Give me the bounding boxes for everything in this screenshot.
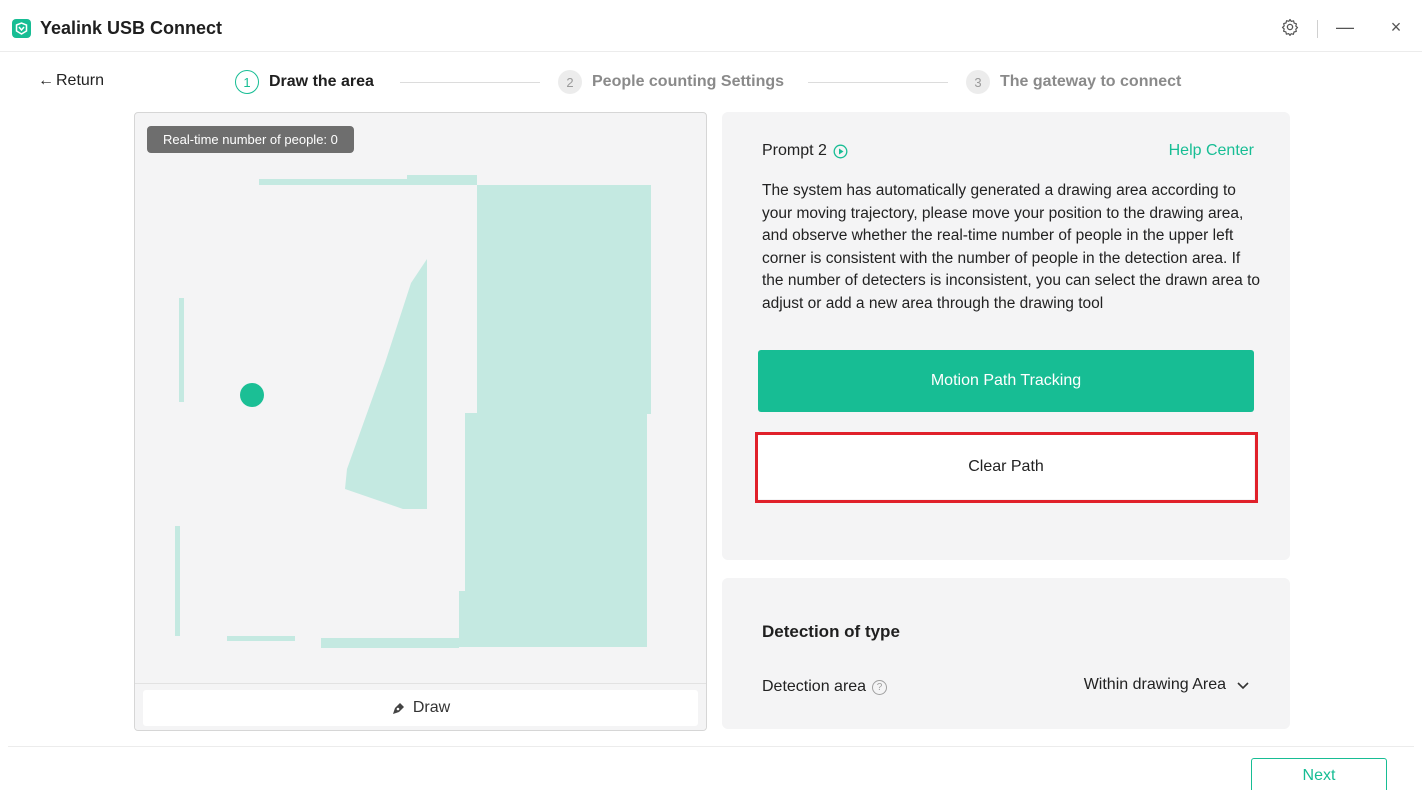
prompt-text: The system has automatically generated a… xyxy=(762,182,1260,312)
detection-area-label-row: Detection area ? xyxy=(762,678,888,696)
step-label: People counting Settings xyxy=(592,73,785,90)
step-label: The gateway to connect xyxy=(1000,73,1182,90)
gear-icon[interactable] xyxy=(1279,16,1301,38)
detection-area-select[interactable]: Within drawing Area xyxy=(1084,676,1250,694)
detection-card: Detection of type Detection area ? Withi… xyxy=(722,578,1290,729)
next-button[interactable]: Next xyxy=(1251,758,1387,790)
close-icon[interactable]: × xyxy=(1385,16,1407,38)
step-connector xyxy=(400,82,540,83)
arrow-left-icon: ← xyxy=(38,72,54,89)
step-draw-area: 1 Draw the area xyxy=(235,70,374,94)
draw-label: Draw xyxy=(412,699,451,716)
yealink-logo-icon xyxy=(12,19,31,38)
prompt-title: Prompt 2 xyxy=(762,142,827,159)
motion-path-tracking-button[interactable]: Motion Path Tracking xyxy=(758,350,1254,412)
chevron-down-icon xyxy=(1237,682,1249,690)
drawing-canvas[interactable]: Real-time number of people: 0 Draw xyxy=(134,112,707,731)
step-number: 1 xyxy=(235,70,259,94)
step-label: Draw the area xyxy=(269,73,374,90)
detection-area-value: Within drawing Area xyxy=(1083,676,1226,693)
draw-button[interactable]: Draw xyxy=(143,690,698,726)
question-icon[interactable]: ? xyxy=(872,679,888,695)
step-connector xyxy=(808,82,948,83)
play-circle-icon[interactable] xyxy=(833,144,848,159)
return-button[interactable]: ← Return xyxy=(38,72,104,90)
return-label: Return xyxy=(56,72,105,89)
step-number: 3 xyxy=(966,70,990,94)
person-marker xyxy=(240,383,264,407)
draw-toolbar: Draw xyxy=(135,683,706,730)
prompt-card: Prompt 2 Help Center The system has auto… xyxy=(722,112,1290,560)
step-number: 2 xyxy=(558,70,582,94)
minimize-icon[interactable]: — xyxy=(1334,16,1356,38)
detection-area-label: Detection area xyxy=(762,678,867,695)
title-bar: Yealink USB Connect — × xyxy=(0,0,1422,52)
prompt-title-row: Prompt 2 xyxy=(762,142,848,160)
window-controls-divider xyxy=(1317,20,1318,38)
detection-heading: Detection of type xyxy=(762,622,900,641)
clear-path-button[interactable]: Clear Path xyxy=(758,435,1254,499)
triangle-area[interactable] xyxy=(135,113,707,731)
step-people-counting: 2 People counting Settings xyxy=(558,70,784,94)
footer-divider xyxy=(8,746,1414,747)
app-title: Yealink USB Connect xyxy=(40,18,223,38)
step-gateway: 3 The gateway to connect xyxy=(966,70,1181,94)
pen-icon xyxy=(392,703,404,714)
help-center-link[interactable]: Help Center xyxy=(1169,142,1254,160)
